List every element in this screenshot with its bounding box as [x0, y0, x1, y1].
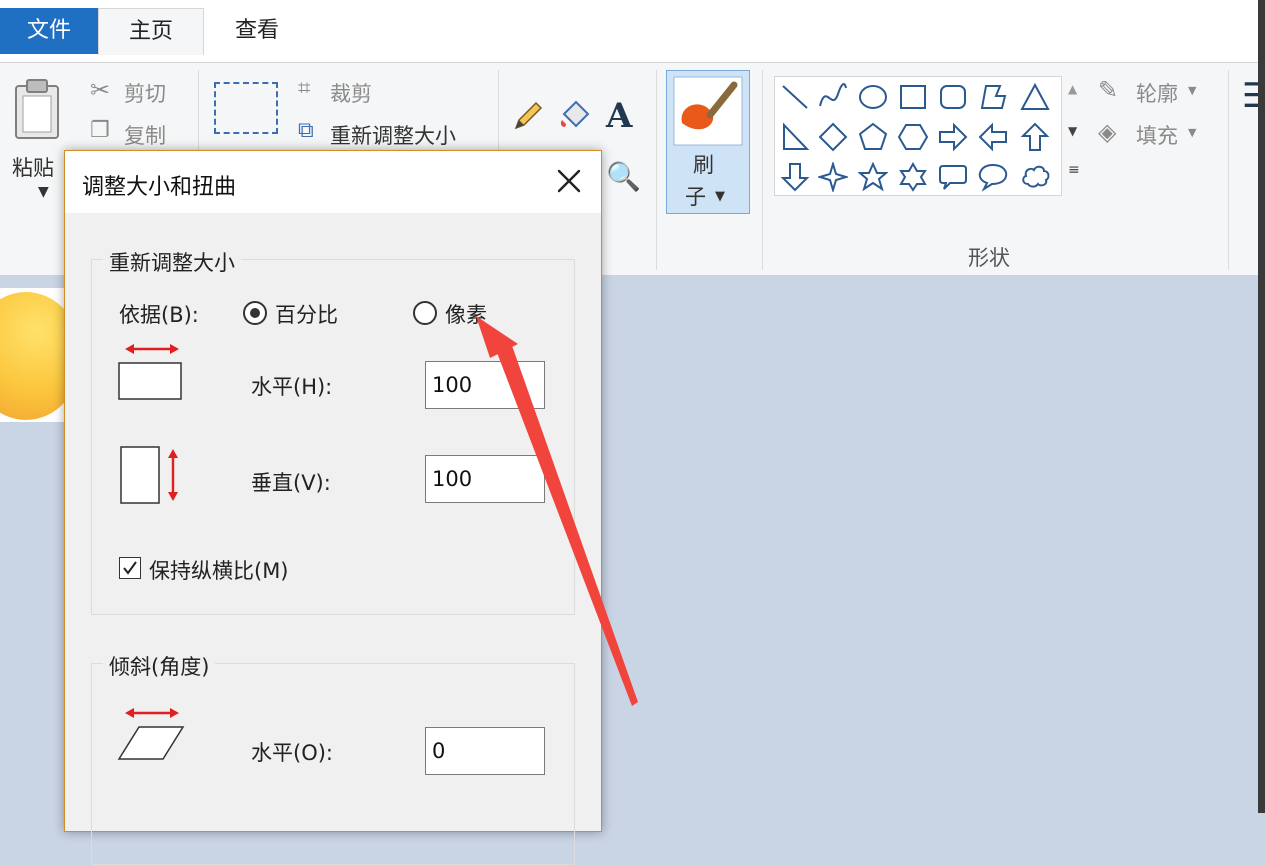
brush-icon	[673, 76, 743, 146]
keep-ratio-checkbox[interactable]	[119, 557, 141, 579]
paste-label: 粘贴	[12, 156, 54, 180]
keep-ratio-label[interactable]: 保持纵横比(M)	[149, 555, 289, 585]
diamond-shape-icon[interactable]	[818, 122, 848, 152]
crop-label: 裁剪	[330, 82, 372, 106]
fill-label: 填充	[1136, 124, 1178, 148]
crop-icon: ⌗	[298, 76, 311, 101]
percent-radio[interactable]	[243, 301, 267, 325]
oval-shape-icon[interactable]	[858, 82, 888, 112]
chevron-down-icon: ▼	[1188, 84, 1197, 97]
horizontal-label: 水平(H):	[251, 375, 333, 399]
pixels-radio[interactable]	[413, 301, 437, 325]
copy-icon: ❐	[90, 118, 110, 143]
chevron-down-icon: ▼	[1188, 126, 1197, 139]
fill-icon: ◈	[1098, 118, 1117, 146]
pentagon-shape-icon[interactable]	[858, 122, 888, 152]
cut-button[interactable]: ✂ 剪切	[90, 76, 190, 108]
five-point-star-shape-icon[interactable]	[858, 162, 888, 192]
polygon-shape-icon[interactable]	[978, 82, 1008, 112]
select-button[interactable]	[214, 82, 278, 134]
checkmark-icon	[123, 561, 137, 575]
dialog-titlebar: 调整大小和扭曲	[65, 151, 601, 213]
resize-icon: ⧉	[298, 118, 314, 143]
up-arrow-shape-icon[interactable]	[1020, 122, 1050, 152]
brush-button[interactable]: 刷 子 ▼	[666, 70, 750, 214]
fill-bucket-icon[interactable]	[556, 98, 594, 134]
cloud-callout-shape-icon[interactable]	[1020, 162, 1050, 192]
ribbon-separator	[1228, 70, 1229, 270]
close-icon[interactable]	[547, 159, 591, 203]
resize-button[interactable]: ⧉ 重新调整大小	[298, 118, 488, 150]
by-label: 依据(B):	[119, 303, 199, 327]
triangle-shape-icon[interactable]	[1020, 82, 1050, 112]
resize-group-label: 重新调整大小	[103, 247, 241, 277]
hexagon-shape-icon[interactable]	[898, 122, 928, 152]
skew-group-label: 倾斜(角度)	[103, 651, 216, 681]
fill-button[interactable]: ◈ 填充 ▼	[1098, 118, 1208, 150]
right-arrow-shape-icon[interactable]	[938, 122, 968, 152]
rounded-rectangle-shape-icon[interactable]	[938, 82, 968, 112]
outline-label: 轮廓	[1136, 82, 1178, 106]
ribbon-separator	[762, 70, 763, 270]
skew-horizontal-input[interactable]	[425, 727, 545, 775]
dialog-title: 调整大小和扭曲	[82, 175, 237, 200]
gallery-expand-icon[interactable]: ≡	[1068, 162, 1080, 178]
horizontal-resize-icon	[118, 344, 182, 400]
ribbon-tab-bar: 文件 主页 查看	[0, 0, 1258, 62]
paste-button[interactable]: 粘贴 ▼	[8, 72, 66, 212]
tab-file[interactable]: 文件	[0, 8, 98, 54]
horizontal-skew-icon	[117, 708, 185, 760]
tab-view[interactable]: 查看	[205, 8, 309, 54]
shapes-group-label: 形状	[968, 246, 1010, 270]
ribbon-separator	[656, 70, 657, 270]
resize-label: 重新调整大小	[330, 124, 456, 148]
scroll-down-icon[interactable]: ▼	[1068, 124, 1077, 138]
outline-button[interactable]: ✎ 轮廓 ▼	[1098, 76, 1208, 108]
gallery-scroll[interactable]: ▲ ▼ ≡	[1062, 76, 1086, 194]
scissors-icon: ✂	[90, 76, 111, 104]
tab-home[interactable]: 主页	[98, 8, 204, 55]
crop-button[interactable]: ⌗ 裁剪	[298, 76, 398, 108]
copy-button[interactable]: ❐ 复制	[90, 118, 190, 150]
oval-callout-shape-icon[interactable]	[978, 162, 1008, 192]
curve-shape-icon[interactable]	[818, 82, 848, 112]
rectangle-shape-icon[interactable]	[898, 82, 928, 112]
text-tool-icon[interactable]: A	[606, 96, 632, 136]
chevron-down-icon: ▼	[38, 184, 49, 200]
vertical-resize-icon	[120, 446, 178, 504]
left-arrow-shape-icon[interactable]	[978, 122, 1008, 152]
copy-label: 复制	[124, 124, 166, 148]
shapes-grid	[776, 78, 1066, 196]
magnifier-icon[interactable]: 🔍	[606, 160, 641, 193]
pencil-icon[interactable]	[510, 98, 546, 134]
brush-label: 刷	[693, 153, 714, 177]
rounded-callout-shape-icon[interactable]	[938, 162, 968, 192]
cut-label: 剪切	[124, 82, 166, 106]
skew-horizontal-label: 水平(O):	[251, 741, 333, 765]
scroll-up-icon[interactable]: ▲	[1068, 82, 1077, 96]
vertical-label: 垂直(V):	[251, 471, 331, 495]
four-point-star-shape-icon[interactable]	[818, 162, 848, 192]
clipboard-icon	[15, 79, 59, 139]
down-arrow-shape-icon[interactable]	[780, 162, 810, 192]
six-point-star-shape-icon[interactable]	[898, 162, 928, 192]
window-edge	[1258, 0, 1265, 813]
outline-icon: ✎	[1098, 76, 1119, 104]
brush-label-2: 子	[685, 185, 706, 209]
percent-radio-label[interactable]: 百分比	[275, 299, 338, 329]
line-shape-icon[interactable]	[780, 82, 810, 112]
right-triangle-shape-icon[interactable]	[780, 122, 810, 152]
chevron-down-icon: ▼	[715, 189, 725, 204]
annotation-arrow	[476, 316, 638, 706]
